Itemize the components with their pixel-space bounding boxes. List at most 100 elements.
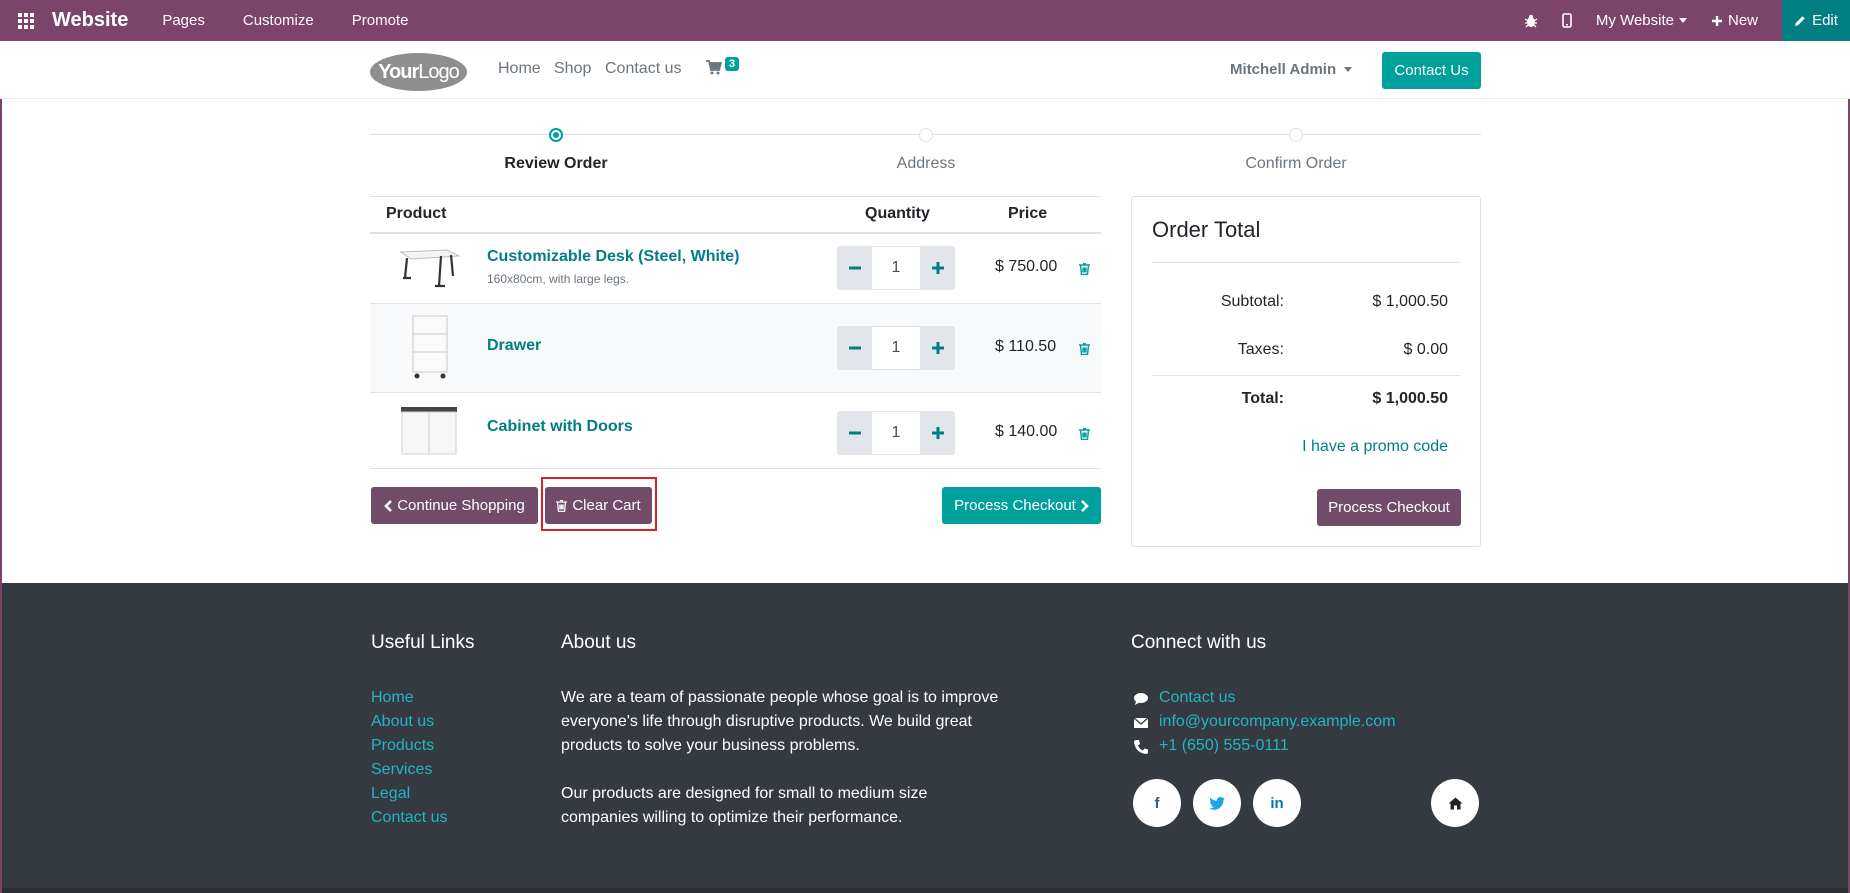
cart-row: Customizable Desk (Steel, White) 160x80c… [370,234,1101,304]
quantity-decrease-button[interactable] [837,411,872,455]
menu-promote[interactable]: Promote [352,12,409,29]
footer-link-legal[interactable]: Legal [371,785,410,803]
quantity-stepper: 1 [837,326,955,370]
trash-icon[interactable] [1079,343,1090,355]
twitter-button[interactable] [1193,779,1241,827]
admin-top-bar: Website Pages Customize Promote My Websi… [0,0,1850,41]
nav-home[interactable]: Home [498,60,541,78]
facebook-button[interactable]: f [1133,779,1181,827]
mobile-icon [1562,13,1572,28]
footer-link-products[interactable]: Products [371,737,434,755]
step-review-order[interactable]: Review Order [504,155,607,173]
twitter-icon [1209,796,1225,810]
continue-shopping-label: Continue Shopping [397,497,525,514]
about-us-heading: About us [561,632,636,653]
minus-icon [848,431,861,435]
cart-table-top-border [370,196,1101,197]
quantity-increase-button[interactable] [920,246,955,290]
quantity-increase-button[interactable] [920,411,955,455]
about-line: Our products are designed for small to m… [561,785,928,802]
admin-bar-right: My Website New Edit [1524,0,1850,41]
footer-link-contact-us[interactable]: Contact us [371,809,447,827]
quantity-input[interactable]: 1 [872,246,920,290]
home-icon [1448,797,1462,809]
site-header [0,41,1850,99]
menu-pages[interactable]: Pages [162,12,205,29]
subtotal-value: $ 1,000.50 [1372,293,1448,310]
product-name-link[interactable]: Customizable Desk (Steel, White) [487,248,740,266]
footer-phone-link[interactable]: +1 (650) 555-0111 [1159,737,1289,755]
column-quantity: Quantity [865,205,930,222]
product-name-link[interactable]: Cabinet with Doors [487,418,633,436]
chevron-left-icon [384,499,393,512]
nav-shop[interactable]: Shop [554,60,591,78]
new-content-button[interactable]: New [1711,12,1758,29]
site-logo[interactable]: Your Logo [370,53,467,91]
debug-button[interactable] [1524,14,1538,28]
trash-icon[interactable] [1079,263,1090,275]
quantity-decrease-button[interactable] [837,246,872,290]
product-price: $ 750.00 [995,258,1058,275]
caret-down-icon [1678,18,1687,23]
total-label: Total: [1241,390,1284,407]
product-price: $ 110.50 [995,338,1057,355]
user-name: Mitchell Admin [1230,61,1337,78]
step-address[interactable]: Address [897,155,956,173]
footer-link-about-us[interactable]: About us [371,713,434,731]
website-switcher[interactable]: My Website [1596,12,1687,29]
home-social-button[interactable] [1431,779,1479,827]
shopping-cart-icon [706,60,723,75]
plus-icon [931,262,944,274]
about-line: everyone's life through disruptive produ… [561,713,972,730]
process-checkout-button[interactable]: Process Checkout [942,487,1101,524]
quantity-stepper: 1 [837,246,955,290]
promo-code-link[interactable]: I have a promo code [1302,438,1448,456]
edit-label: Edit [1812,12,1838,29]
envelope-icon [1133,717,1149,728]
caret-down-icon [1344,67,1353,72]
phone-icon [1134,740,1148,754]
order-total-card: Order Total Subtotal: $ 1,000.50 Taxes: … [1131,196,1481,547]
product-description: 160x80cm, with large legs. [487,272,630,286]
cart-row: Drawer 1 $ 110.50 [370,304,1101,393]
plus-icon [931,342,944,354]
footer-connect-contact-us[interactable]: Contact us [1159,689,1235,707]
step-dot-address [919,128,933,142]
apps-menu-button[interactable] [0,0,52,41]
about-line: companies willing to optimize their perf… [561,809,903,826]
process-checkout-button-summary[interactable]: Process Checkout [1317,489,1461,526]
footer-link-services[interactable]: Services [371,761,432,779]
about-line: products to solve your business problems… [561,737,860,754]
connect-heading: Connect with us [1131,632,1267,653]
product-name-link[interactable]: Drawer [487,337,541,355]
new-label: New [1727,12,1758,29]
footer-email-link[interactable]: info@yourcompany.example.com [1159,713,1396,731]
edit-button[interactable]: Edit [1782,0,1850,41]
mobile-preview-button[interactable] [1562,13,1572,28]
step-confirm-order[interactable]: Confirm Order [1245,155,1346,173]
footer-link-home[interactable]: Home [371,689,414,707]
step-dot-confirm [1289,128,1303,142]
apps-grid-icon [18,12,34,29]
logo-text-bold: Your [378,60,419,83]
contact-us-button[interactable]: Contact Us [1382,52,1481,89]
user-menu[interactable]: Mitchell Admin [1230,61,1353,78]
desk-image [399,249,461,288]
admin-brand[interactable]: Website [52,9,128,32]
quantity-decrease-button[interactable] [837,326,872,370]
bug-icon [1524,14,1538,27]
order-total-divider [1152,262,1460,263]
quantity-input[interactable]: 1 [872,411,920,455]
linkedin-button[interactable]: in [1253,779,1301,827]
about-us-text-1: We are a team of passionate people whose… [561,686,998,758]
nav-contact-us[interactable]: Contact us [605,60,681,78]
menu-customize[interactable]: Customize [243,12,314,29]
cart-link[interactable] [706,60,723,80]
quantity-increase-button[interactable] [920,326,955,370]
cart-row: Cabinet with Doors 1 $ 140.00 [370,393,1101,469]
quantity-input[interactable]: 1 [872,326,920,370]
continue-shopping-button[interactable]: Continue Shopping [371,487,538,524]
trash-icon[interactable] [1079,428,1090,440]
minus-icon [848,346,861,350]
column-product: Product [386,205,447,222]
